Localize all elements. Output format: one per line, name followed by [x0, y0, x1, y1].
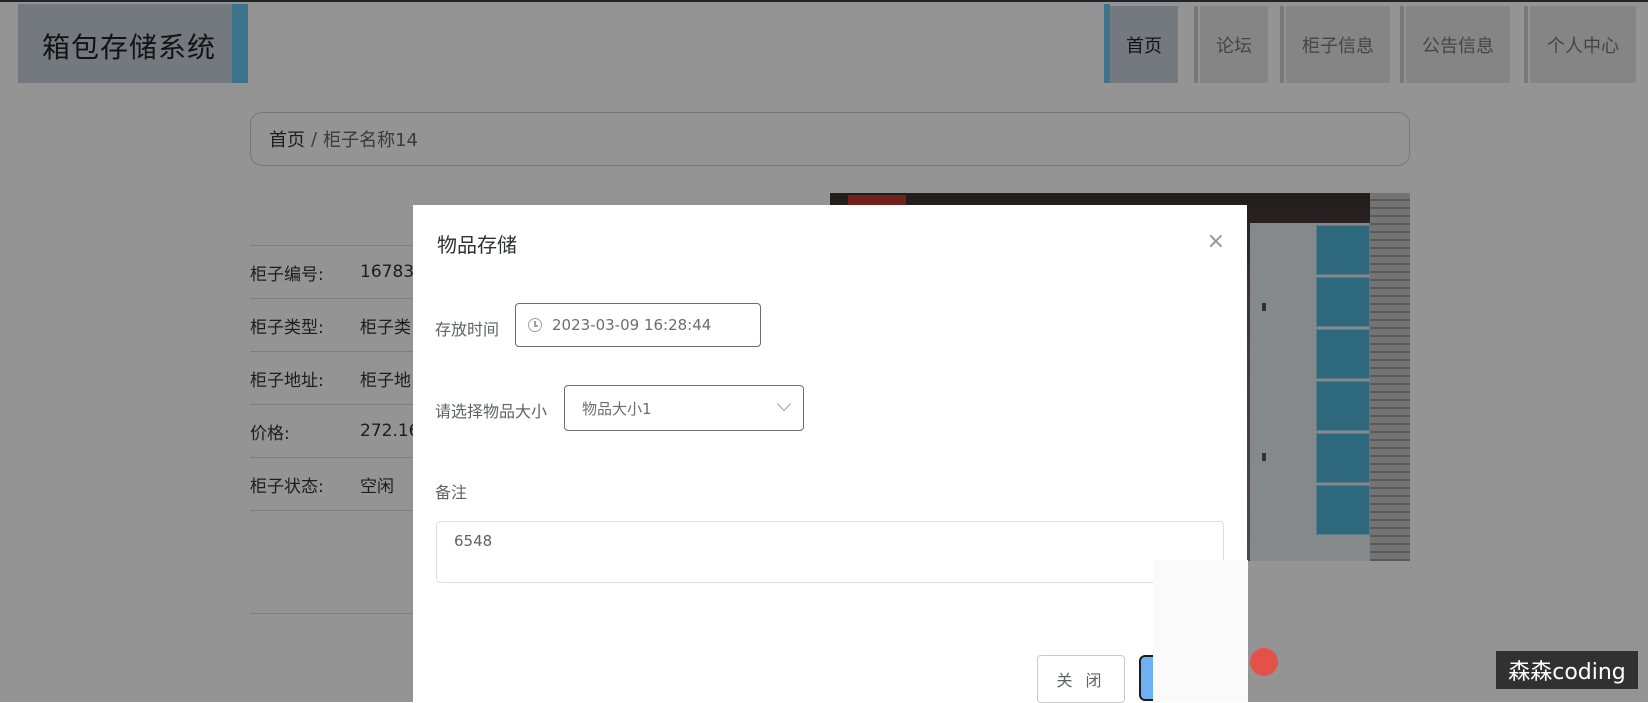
storage-time-label: 存放时间	[435, 320, 500, 339]
remark-label: 备注	[435, 483, 468, 502]
item-size-select[interactable]: 物品大小1	[564, 385, 804, 431]
close-icon[interactable]: ×	[1207, 229, 1225, 254]
watermark: 森森coding	[1496, 651, 1638, 689]
storage-time-value: 2023-03-09 16:28:44	[552, 316, 712, 334]
storage-dialog: 物品存储 × 存放时间 2023-03-09 16:28:44 请选择物品大小 …	[413, 205, 1247, 703]
dialog-title: 物品存储	[437, 233, 517, 257]
chevron-down-icon	[776, 396, 792, 412]
item-size-label: 请选择物品大小	[435, 402, 548, 421]
glare-artifact	[1153, 560, 1248, 702]
storage-time-input[interactable]: 2023-03-09 16:28:44	[515, 303, 761, 347]
item-size-value: 物品大小1	[582, 399, 652, 418]
remark-textarea[interactable]: 6548	[436, 521, 1224, 583]
cursor-dot	[1250, 648, 1278, 676]
close-button[interactable]: 关 闭	[1037, 655, 1125, 703]
clock-icon	[528, 318, 542, 332]
